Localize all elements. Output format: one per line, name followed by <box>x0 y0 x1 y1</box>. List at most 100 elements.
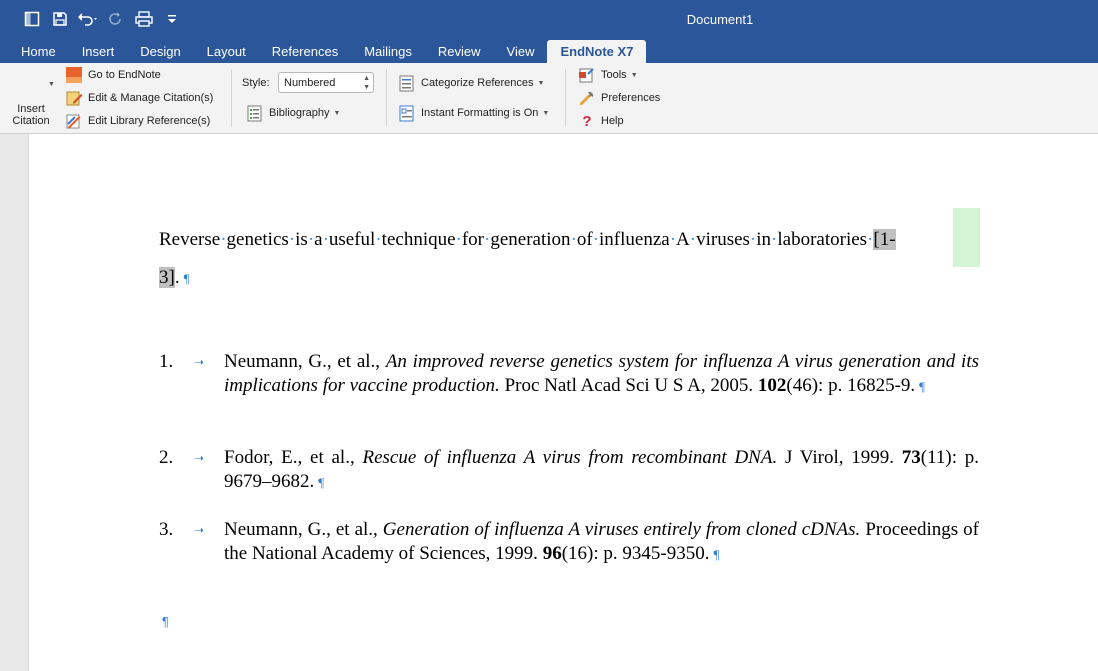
tab-insert[interactable]: Insert <box>69 40 128 63</box>
intro-word: a <box>314 229 323 250</box>
undo-icon[interactable] <box>74 5 102 33</box>
redo-icon[interactable] <box>102 5 130 33</box>
reference-volume: 73 <box>901 447 921 468</box>
left-margin-bar <box>0 134 28 671</box>
intro-word: laboratories <box>777 229 868 250</box>
pilcrow-mark: ¶ <box>162 614 169 629</box>
categorize-icon <box>398 74 416 92</box>
document-title: Document1 <box>686 12 754 27</box>
tab-endnote-x7[interactable]: EndNote X7 <box>547 40 647 63</box>
reference-pages: (46): p. 16825-9. <box>786 375 916 396</box>
edit-library-references-button[interactable]: Edit Library Reference(s) <box>65 112 210 130</box>
intro-word: useful <box>328 229 376 250</box>
print-icon[interactable] <box>130 5 158 33</box>
intro-word: generation <box>490 229 571 250</box>
edit-manage-citations-button[interactable]: Edit & Manage Citation(s) <box>65 89 213 107</box>
tab-home[interactable]: Home <box>8 40 69 63</box>
title-bar: Document1 Home Insert Design Layout Refe… <box>0 0 1098 63</box>
citation-field-end[interactable]: 3] <box>159 267 175 288</box>
preferences-icon <box>578 89 596 107</box>
reference-title: Rescue of influenza A virus from recombi… <box>362 447 778 468</box>
chevron-down-icon: ▼ <box>542 109 550 117</box>
reference-volume: 96 <box>542 543 562 564</box>
reference-number: 2. <box>159 447 174 468</box>
reference-number: 3. <box>159 519 174 540</box>
help-label: Help <box>601 115 624 127</box>
pilcrow-mark: ¶ <box>318 475 325 490</box>
pilcrow-mark: ¶ <box>183 271 190 286</box>
tab-view[interactable]: View <box>494 40 548 63</box>
tools-label: Tools <box>601 69 627 81</box>
chevron-down-icon: ▼ <box>630 71 638 79</box>
intro-word: Reverse <box>159 229 221 250</box>
instant-formatting-button[interactable]: Instant Formatting is On ▼ <box>398 104 549 122</box>
intro-word: viruses <box>696 229 750 250</box>
reference-item[interactable]: 3. ➝ Neumann, G., et al., Generation of … <box>159 518 985 566</box>
citation-field[interactable]: [1- <box>873 229 896 250</box>
preferences-button[interactable]: Preferences <box>578 89 660 107</box>
ribbon-divider <box>231 69 232 127</box>
insert-citation-label-2: Citation <box>12 115 50 127</box>
pilcrow-mark: ¶ <box>713 547 720 562</box>
pilcrow-mark: ¶ <box>919 379 926 394</box>
intro-word: is <box>295 229 308 250</box>
categorize-references-button[interactable]: Categorize References ▼ <box>398 74 544 92</box>
style-select-value: Numbered <box>284 77 336 89</box>
reference-text: Fodor, E., et al., Rescue of influenza A… <box>224 446 979 495</box>
tab-arrow-icon: ➝ <box>194 355 205 369</box>
sidebar-icon[interactable] <box>18 5 46 33</box>
period: . <box>174 267 180 288</box>
edit-citation-icon <box>65 89 83 107</box>
reference-volume: 102 <box>757 375 787 396</box>
citation-highlight <box>953 208 980 267</box>
tab-mailings[interactable]: Mailings <box>351 40 425 63</box>
chevron-down-icon: ▼ <box>333 109 341 117</box>
reference-journal: J Virol, 1999. <box>784 447 895 468</box>
instant-formatting-icon <box>398 104 416 122</box>
intro-paragraph-line-1[interactable]: Reverse·genetics·is·a·useful·technique·f… <box>159 229 896 251</box>
insert-citation-button[interactable]: ▼ Insert Citation <box>8 81 55 127</box>
ribbon-divider <box>565 69 566 127</box>
intro-paragraph-line-2[interactable]: 3]. ¶ <box>159 267 189 289</box>
customize-icon[interactable] <box>158 5 186 33</box>
reference-authors: Fodor, E., et al., <box>224 447 355 468</box>
chevron-down-icon: ▼ <box>537 79 545 87</box>
intro-word: genetics <box>226 229 289 250</box>
reference-item[interactable]: 1. ➝ Neumann, G., et al., An improved re… <box>159 350 985 422</box>
tab-review[interactable]: Review <box>425 40 494 63</box>
style-label: Style: <box>242 77 270 89</box>
bibliography-label: Bibliography <box>269 107 330 119</box>
tab-arrow-icon: ➝ <box>194 451 205 465</box>
reference-item[interactable]: 2. ➝ Fodor, E., et al., Rescue of influe… <box>159 446 985 494</box>
categorize-references-label: Categorize References <box>421 77 534 89</box>
tab-design[interactable]: Design <box>127 40 193 63</box>
bibliography-icon <box>246 104 264 122</box>
tab-layout[interactable]: Layout <box>194 40 259 63</box>
tools-button[interactable]: Tools ▼ <box>578 66 638 84</box>
save-icon[interactable] <box>46 5 74 33</box>
help-button[interactable]: ? Help <box>578 112 624 130</box>
reference-title: Generation of influenza A viruses entire… <box>382 519 861 540</box>
style-select[interactable]: Numbered ▲ ▼ <box>278 72 374 93</box>
reference-number: 1. <box>159 351 174 372</box>
intro-word: technique <box>381 229 456 250</box>
reference-authors: Neumann, G., et al., <box>224 519 378 540</box>
reference-text: Neumann, G., et al., Generation of influ… <box>224 518 979 567</box>
ribbon-divider <box>386 69 387 127</box>
go-to-endnote-button[interactable]: Go to EndNote <box>65 66 161 84</box>
chevron-down-icon: ▼ <box>48 81 55 88</box>
empty-paragraph[interactable]: ¶ <box>162 613 169 631</box>
reference-authors: Neumann, G., et al., <box>224 351 381 372</box>
reference-text: Neumann, G., et al., An improved reverse… <box>224 350 979 399</box>
bibliography-button[interactable]: Bibliography ▼ <box>246 104 340 122</box>
endnote-logo-icon <box>65 66 83 84</box>
tab-references[interactable]: References <box>259 40 351 63</box>
reference-pages: (16): p. 9345-9350. <box>561 543 710 564</box>
tools-icon <box>578 66 596 84</box>
edit-library-icon <box>65 112 83 130</box>
stepper-arrows-icon: ▲ ▼ <box>363 75 370 91</box>
tab-arrow-icon: ➝ <box>194 523 205 537</box>
instant-formatting-label: Instant Formatting is On <box>421 107 539 119</box>
intro-word: influenza <box>599 229 670 250</box>
edit-manage-citations-label: Edit & Manage Citation(s) <box>88 92 214 104</box>
